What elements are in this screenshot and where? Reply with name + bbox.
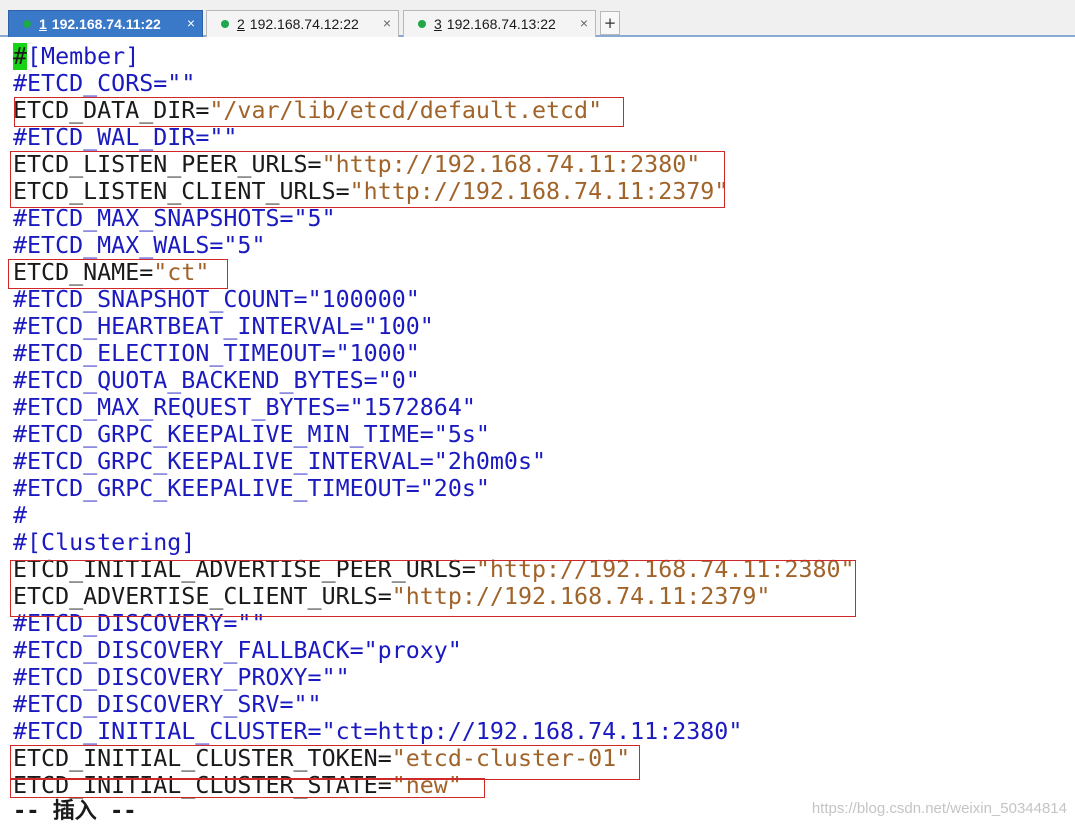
config-key: #[Clustering] <box>13 529 196 556</box>
config-line: #ETCD_INITIAL_CLUSTER="ct=http://192.168… <box>13 718 742 745</box>
equals-sign: = <box>279 691 294 718</box>
connected-status-icon <box>23 20 31 28</box>
config-line: #ETCD_WAL_DIR="" <box>13 124 237 151</box>
session-tab-1[interactable]: 1 192.168.74.11:22 × <box>8 10 203 37</box>
config-key: # <box>13 502 28 529</box>
equals-sign: = <box>153 70 168 97</box>
equals-sign: = <box>209 232 224 259</box>
equals-sign: = <box>349 637 364 664</box>
equals-sign: = <box>307 664 322 691</box>
config-value: "" <box>293 691 322 718</box>
watermark: https://blog.csdn.net/weixin_50344814 <box>811 800 1067 817</box>
equals-sign: = <box>405 475 420 502</box>
new-tab-button[interactable]: + <box>600 11 620 35</box>
highlight-box <box>8 259 228 289</box>
highlight-box <box>10 745 640 780</box>
config-key: #ETCD_HEARTBEAT_INTERVAL <box>13 313 350 340</box>
terminal-editor[interactable]: #[Member] #ETCD_CORS="" ETCD_DATA_DIR="/va… <box>0 40 1075 828</box>
config-value: "20s" <box>419 475 490 502</box>
config-value: "proxy" <box>363 637 462 664</box>
config-line: #ETCD_QUOTA_BACKEND_BYTES="0" <box>13 367 420 394</box>
equals-sign: = <box>349 313 364 340</box>
connected-status-icon <box>418 20 426 28</box>
config-line: #ETCD_ELECTION_TIMEOUT="1000" <box>13 340 420 367</box>
equals-sign: = <box>419 448 434 475</box>
close-icon[interactable]: × <box>580 15 588 31</box>
config-key: #ETCD_MAX_REQUEST_BYTES <box>13 394 336 421</box>
config-key: #ETCD_MAX_SNAPSHOTS <box>13 205 280 232</box>
equals-sign: = <box>419 421 434 448</box>
config-value: "100000" <box>307 286 420 313</box>
config-value: "5" <box>293 205 336 232</box>
config-line: #ETCD_MAX_WALS="5" <box>13 232 265 259</box>
config-key: #ETCD_GRPC_KEEPALIVE_TIMEOUT <box>13 475 406 502</box>
config-value: "ct=http://192.168.74.11:2380" <box>321 718 743 745</box>
config-value: "100" <box>363 313 434 340</box>
config-line: #[Clustering] <box>13 529 195 556</box>
tab-host: 192.168.74.13:22 <box>446 16 556 32</box>
config-value: "" <box>209 124 238 151</box>
equals-sign: = <box>195 124 210 151</box>
config-line: #ETCD_SNAPSHOT_COUNT="100000" <box>13 286 420 313</box>
tab-number: 3 <box>434 16 442 32</box>
highlight-box <box>10 151 725 208</box>
config-line: #ETCD_GRPC_KEEPALIVE_MIN_TIME="5s" <box>13 421 490 448</box>
text-cursor: # <box>13 43 28 70</box>
config-key: #ETCD_GRPC_KEEPALIVE_INTERVAL <box>13 448 420 475</box>
tab-host: 192.168.74.11:22 <box>51 16 161 32</box>
config-line: #ETCD_MAX_SNAPSHOTS="5" <box>13 205 336 232</box>
tab-number: 2 <box>237 16 245 32</box>
equals-sign: = <box>307 718 322 745</box>
config-key: #ETCD_SNAPSHOT_COUNT <box>13 286 294 313</box>
config-value: "2h0m0s" <box>433 448 547 475</box>
config-value: "" <box>167 70 196 97</box>
config-key: #ETCD_DISCOVERY_PROXY <box>13 664 308 691</box>
config-key: #ETCD_MAX_WALS <box>13 232 210 259</box>
highlight-box <box>10 560 856 617</box>
config-line: #ETCD_GRPC_KEEPALIVE_TIMEOUT="20s" <box>13 475 490 502</box>
config-line: #ETCD_MAX_REQUEST_BYTES="1572864" <box>13 394 476 421</box>
config-value: "" <box>321 664 350 691</box>
equals-sign: = <box>321 340 336 367</box>
equals-sign: = <box>335 394 350 421</box>
close-icon[interactable]: × <box>383 15 391 31</box>
config-key: #ETCD_QUOTA_BACKEND_BYTES <box>13 367 364 394</box>
equals-sign: = <box>293 286 308 313</box>
config-key: [Member] <box>27 43 140 70</box>
config-value: "1000" <box>335 340 420 367</box>
session-tab-3[interactable]: 3 192.168.74.13:22 × <box>403 10 596 37</box>
session-tab-2[interactable]: 2 192.168.74.12:22 × <box>206 10 399 37</box>
config-value: "5" <box>223 232 266 259</box>
config-value: "1572864" <box>349 394 476 421</box>
config-line: # <box>13 502 27 529</box>
config-line: #ETCD_DISCOVERY_SRV="" <box>13 691 322 718</box>
highlight-box <box>14 97 624 127</box>
vim-mode-indicator: -- 插入 -- <box>13 799 137 824</box>
connected-status-icon <box>221 20 229 28</box>
config-key: #ETCD_CORS <box>13 70 154 97</box>
config-value: "5s" <box>433 421 490 448</box>
config-key: #ETCD_ELECTION_TIMEOUT <box>13 340 322 367</box>
config-line: #ETCD_DISCOVERY_FALLBACK="proxy" <box>13 637 462 664</box>
close-icon[interactable]: × <box>187 15 195 31</box>
config-key: #ETCD_INITIAL_CLUSTER <box>13 718 308 745</box>
config-key: #ETCD_DISCOVERY_FALLBACK <box>13 637 350 664</box>
tab-number: 1 <box>39 16 47 32</box>
config-key: #ETCD_GRPC_KEEPALIVE_MIN_TIME <box>13 421 420 448</box>
config-line: #ETCD_CORS="" <box>13 70 195 97</box>
tab-host: 192.168.74.12:22 <box>249 16 359 32</box>
config-line: #ETCD_GRPC_KEEPALIVE_INTERVAL="2h0m0s" <box>13 448 546 475</box>
config-value: "0" <box>377 367 420 394</box>
equals-sign: = <box>279 205 294 232</box>
config-line: #ETCD_DISCOVERY_PROXY="" <box>13 664 350 691</box>
highlight-box <box>10 778 485 798</box>
session-tab-bar: 1 192.168.74.11:22 × 2 192.168.74.12:22 … <box>0 0 1075 37</box>
config-key: #ETCD_WAL_DIR <box>13 124 196 151</box>
config-key: #ETCD_DISCOVERY_SRV <box>13 691 280 718</box>
equals-sign: = <box>363 367 378 394</box>
config-line: #[Member] <box>13 43 139 70</box>
config-line: #ETCD_HEARTBEAT_INTERVAL="100" <box>13 313 434 340</box>
